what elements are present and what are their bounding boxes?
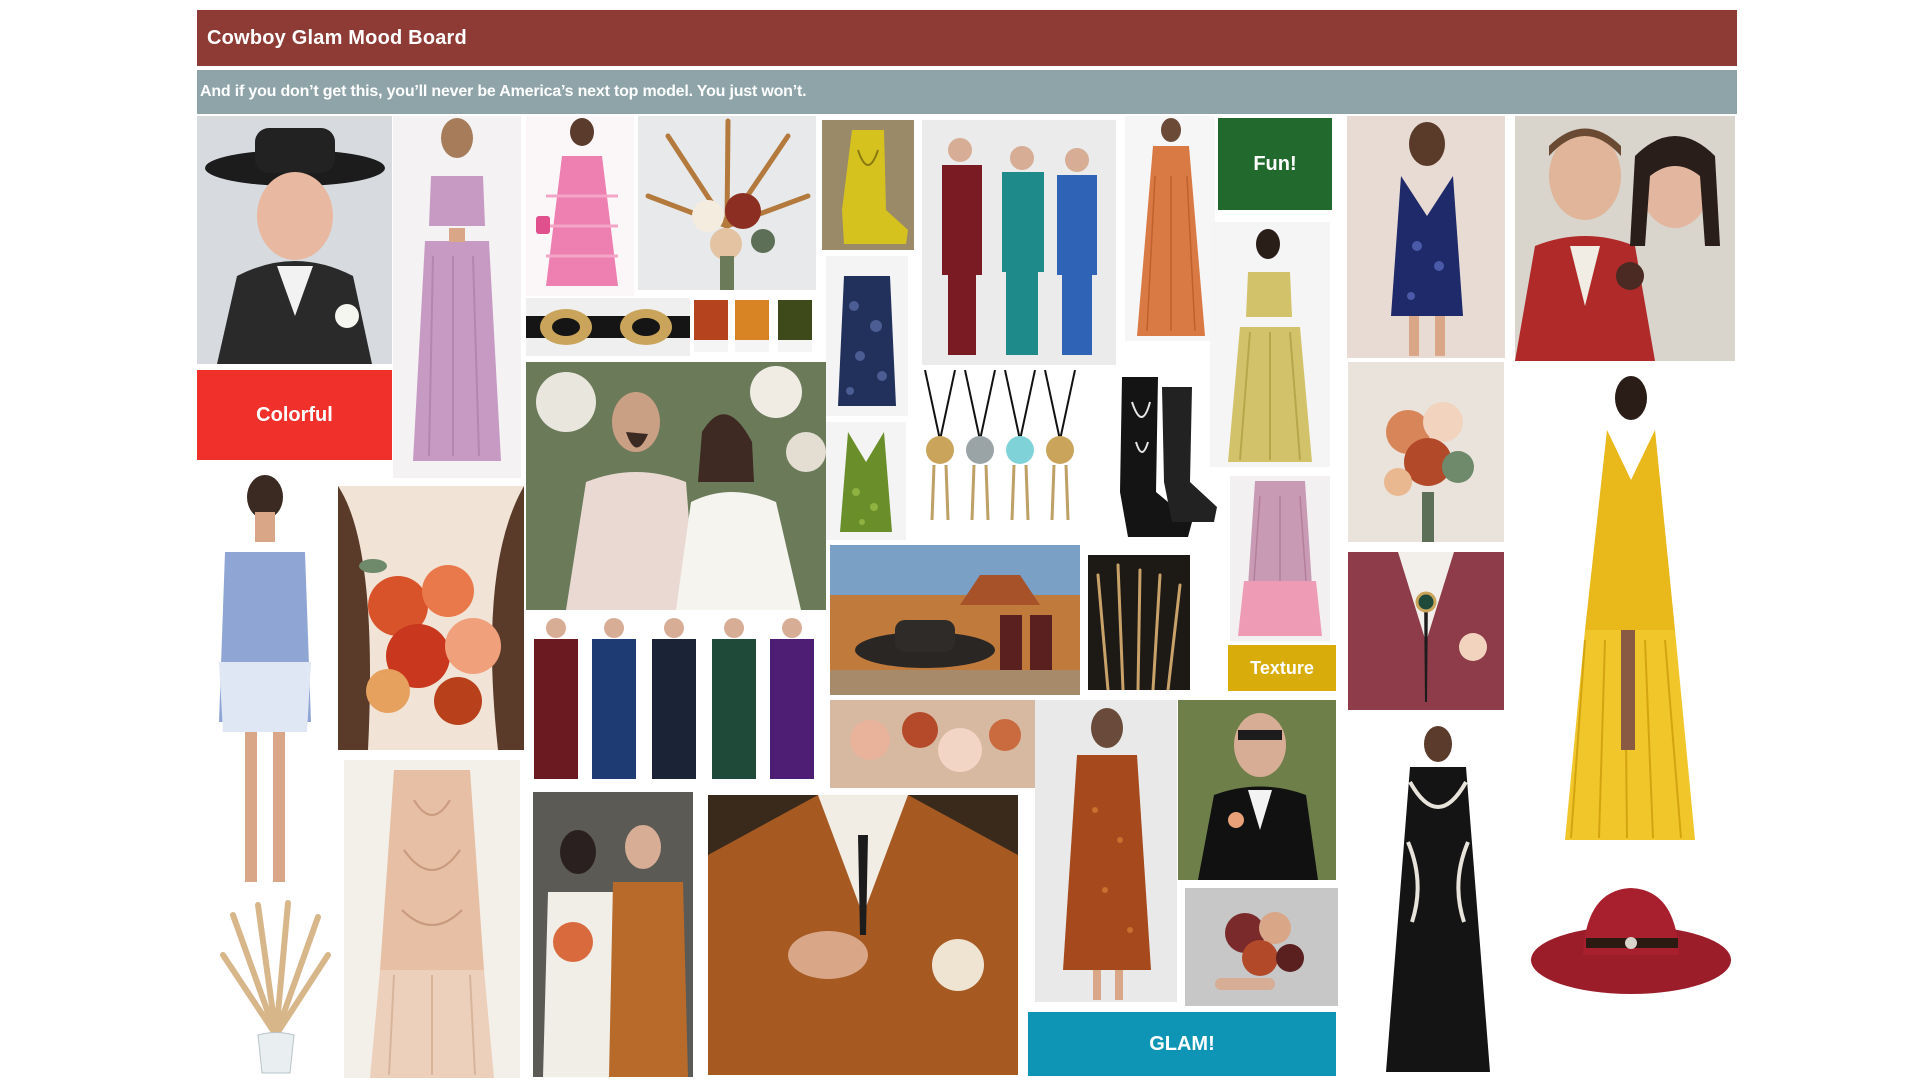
board-title: Cowboy Glam Mood Board	[197, 10, 1737, 66]
black-suit-groom-photo	[1178, 700, 1336, 880]
glam-label: GLAM!	[1028, 1012, 1336, 1076]
pink-fringe-dress-photo	[526, 116, 634, 296]
western-belt-photo	[526, 298, 690, 356]
pampas-vase-photo	[218, 895, 333, 1075]
cowboy-groom-photo	[197, 116, 392, 364]
lilac-fringe-set-photo	[393, 116, 521, 478]
fun-label: Fun!	[1218, 118, 1332, 210]
rust-jacket-boutonniere-photo	[708, 795, 1018, 1075]
swatch-rust	[694, 300, 728, 352]
peach-florals-photo	[830, 700, 1035, 788]
vest-bouquet-photo	[1348, 362, 1504, 542]
navy-sequin-dress-photo	[826, 256, 908, 416]
swatch-olive	[778, 300, 812, 352]
green-sequin-dress-photo	[826, 422, 906, 540]
gold-fringe-set-photo	[1210, 222, 1330, 467]
board-subtitle: And if you don’t get this, you’ll never …	[197, 70, 1737, 114]
orange-sequin-gown-photo	[1125, 116, 1215, 341]
blush-fringe-dress-photo	[344, 760, 520, 1078]
yellow-satin-gown-photo	[1545, 370, 1713, 852]
couple-wedding-photo	[526, 362, 826, 610]
three-suited-men-photo	[922, 120, 1116, 365]
navy-halter-dress-photo	[1347, 116, 1505, 358]
swatch-ochre	[735, 300, 769, 352]
yellow-boot-photo	[822, 120, 914, 250]
copper-sequin-midi-photo	[1035, 700, 1177, 1002]
burgundy-blazer-bolo-photo	[1348, 552, 1504, 710]
dried-bouquet-photo	[638, 116, 816, 290]
pink-fringe-mini-photo	[1230, 476, 1330, 641]
texture-label: Texture	[1228, 645, 1336, 691]
blue-feather-dress-photo	[197, 462, 327, 892]
dried-grasses-photo	[1088, 555, 1190, 690]
burgundy-bouquet-photo	[1185, 888, 1338, 1006]
velvet-suits-photo	[526, 614, 826, 780]
black-cowboy-boots-photo	[1092, 372, 1226, 542]
desert-hat-boots-photo	[830, 545, 1080, 695]
burgundy-cowboy-hat-photo	[1528, 860, 1735, 1015]
couple-red-blazer-photo	[1515, 116, 1735, 361]
black-embroidered-gown-photo	[1350, 722, 1526, 1076]
bolo-ties-photo	[910, 370, 1086, 530]
colorful-label: Colorful	[197, 370, 392, 460]
orange-bouquet-photo	[338, 486, 524, 750]
rust-suit-couple-photo	[533, 792, 693, 1077]
